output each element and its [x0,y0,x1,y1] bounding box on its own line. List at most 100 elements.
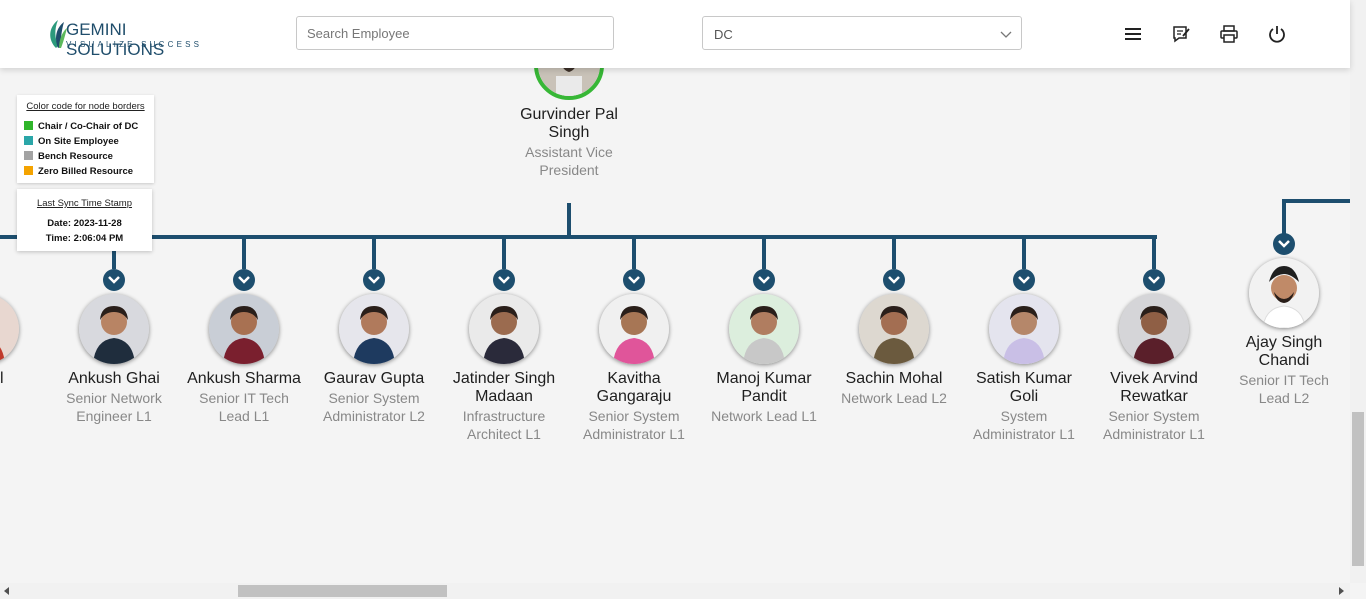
employee-connector [502,237,506,269]
chevron-down-icon [238,276,250,284]
expand-chevron-button[interactable] [1143,269,1165,291]
employee-title: Administrator L1 [1103,426,1205,442]
side-connector [1282,199,1350,203]
employee-name[interactable]: Chandi [1219,352,1349,370]
chevron-down-icon [758,276,770,284]
manager-title-line: President [539,162,599,178]
dc-select-value: DC [714,27,733,42]
employee-title: Tech [0,389,49,407]
expand-chevron-button[interactable] [233,269,255,291]
employee-title: Infrastructure [462,408,546,424]
person-photo-icon [538,68,600,96]
expand-chevron-button[interactable] [883,269,905,291]
manager-connector [567,203,571,238]
employee-connector [1022,237,1026,269]
employee-title: Network Lead L2 [841,390,947,406]
scroll-left-arrow-icon[interactable] [3,587,11,595]
employee-avatar[interactable] [1249,258,1319,328]
employee-name[interactable]: Satish Kumar [959,370,1089,388]
employee-connector [242,237,246,269]
legend-label: Chair / Co-Chair of DC [38,121,139,132]
person-photo-icon [79,294,149,364]
scroll-right-arrow-icon[interactable] [1337,587,1345,595]
dc-select[interactable]: DC [702,16,1022,50]
sync-time: Time: 2:06:04 PM [45,233,124,244]
menu-icon[interactable] [1123,24,1143,44]
employee-avatar[interactable] [859,294,929,364]
chevron-down-icon [108,276,120,284]
gemini-logo[interactable]: GEMINI SOLUTIONS VISUALIZE SUCCESS [46,18,216,59]
employee-name[interactable]: Kavitha [569,370,699,388]
person-photo-icon [729,294,799,364]
feedback-icon[interactable] [1171,24,1191,44]
expand-chevron-button[interactable] [753,269,775,291]
print-icon[interactable] [1219,24,1239,44]
manager-title-line: Assistant Vice [525,144,613,160]
employee-name[interactable]: Rewatkar [1089,388,1219,406]
person-photo-icon [0,294,19,364]
legend-swatch [24,151,33,160]
horizontal-scrollbar[interactable] [0,583,1350,599]
manager-name-line[interactable]: Gurvinder Pal [504,106,634,124]
legend-swatch [24,136,33,145]
employee-title: Architect L1 [467,426,541,442]
person-photo-icon [859,294,929,364]
employee-avatar[interactable] [0,294,19,364]
color-legend: Color code for node borders Chair / Co-C… [17,95,154,183]
expand-chevron-button[interactable] [623,269,645,291]
expand-chevron-button[interactable] [1013,269,1035,291]
chevron-down-icon [368,276,380,284]
employee-title: Administrator L1 [583,426,685,442]
employee-title: 1 [0,407,49,425]
employee-title: Network Lead L1 [711,408,817,424]
employee-connector [632,237,636,269]
employee-avatar[interactable] [1119,294,1189,364]
employee-name[interactable]: Gaurav Gupta [309,370,439,388]
person-photo-icon [209,294,279,364]
employee-name[interactable]: Manoj Kumar [699,370,829,388]
chevron-down-icon [888,276,900,284]
side-connector [1282,199,1286,235]
employee-avatar[interactable] [599,294,669,364]
chevron-down-icon [628,276,640,284]
person-photo-icon [339,294,409,364]
employee-name[interactable]: ehgal [0,370,49,388]
employee-avatar[interactable] [339,294,409,364]
employee-avatar[interactable] [729,294,799,364]
employee-name[interactable]: Vivek Arvind [1089,370,1219,388]
vertical-scroll-thumb[interactable] [1352,412,1364,566]
legend-swatch [24,121,33,130]
person-photo-icon [469,294,539,364]
employee-avatar[interactable] [209,294,279,364]
employee-title: System [1000,408,1048,424]
expand-chevron-button[interactable] [363,269,385,291]
employee-name[interactable]: Ajay Singh [1219,334,1349,352]
search-employee-input[interactable] [296,16,614,50]
employee-title: Engineer L1 [76,408,152,424]
employee-name[interactable]: Madaan [439,388,569,406]
chevron-down-icon [1018,276,1030,284]
expand-chevron-button[interactable] [493,269,515,291]
expand-chevron-button[interactable] [103,269,125,291]
employee-title: Administrator L1 [973,426,1075,442]
employee-name[interactable]: Ankush Sharma [179,370,309,388]
employee-name[interactable]: Pandit [699,388,829,406]
org-chart[interactable]: Gurvinder Pal Singh Assistant Vice Presi… [0,68,1350,583]
employee-avatar[interactable] [469,294,539,364]
employee-avatar[interactable] [989,294,1059,364]
horizontal-scroll-thumb[interactable] [238,585,447,597]
employee-connector [1152,237,1156,269]
power-icon[interactable] [1267,24,1287,44]
employee-name[interactable]: Jatinder Singh [439,370,569,388]
employee-title: Senior System [328,390,420,406]
manager-name-line[interactable]: Singh [504,124,634,142]
employee-name[interactable]: Sachin Mohal [829,370,959,388]
expand-chevron-button[interactable] [1273,233,1295,255]
employee-name[interactable]: Gangaraju [569,388,699,406]
employee-avatar[interactable] [79,294,149,364]
employee-name[interactable]: Goli [959,388,1089,406]
sync-timestamp-box: Last Sync Time Stamp Date: 2023-11-28 Ti… [17,189,152,251]
chevron-down-icon [1000,31,1012,38]
manager-avatar[interactable] [534,68,604,100]
employee-name[interactable]: Ankush Ghai [49,370,179,388]
